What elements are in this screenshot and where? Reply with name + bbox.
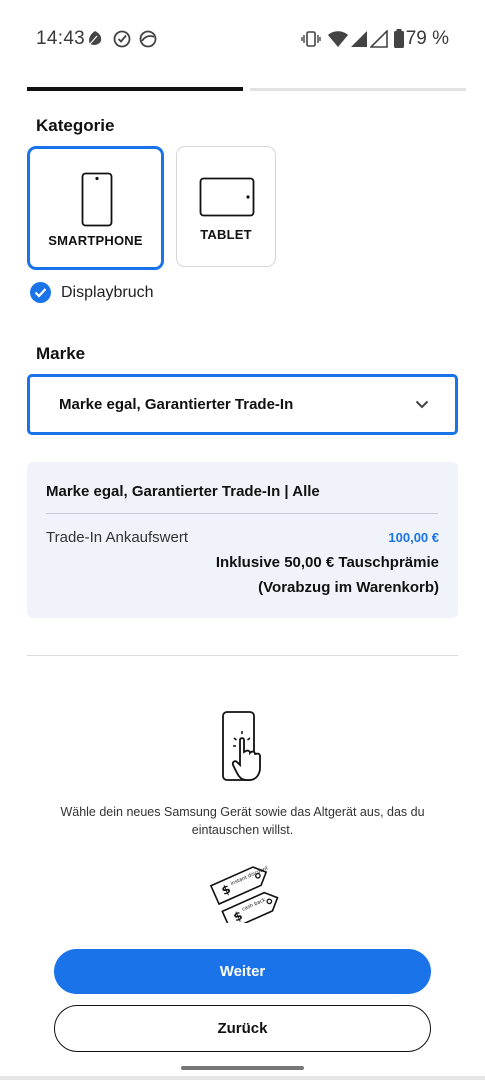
trade-in-value-label: Trade-In Ankaufswert <box>46 529 189 546</box>
category-option-tablet[interactable]: TABLET <box>176 146 276 267</box>
status-bar: 14:43 79 % <box>0 0 485 78</box>
checkmark-icon <box>34 288 47 298</box>
battery-percentage: 79 % <box>405 28 449 49</box>
trade-in-bonus-note: (Vorabzug im Warenkorb) <box>258 579 439 596</box>
browser-icon <box>139 30 157 48</box>
summary-title: Marke egal, Garantierter Trade-In | Alle <box>46 483 320 500</box>
trade-in-bonus-text: Inklusive 50,00 € Tauschprämie <box>215 554 439 571</box>
brand-select[interactable]: Marke egal, Garantierter Trade-In <box>27 374 458 435</box>
section-divider <box>27 655 458 656</box>
trade-in-summary-card: Marke egal, Garantierter Trade-In | Alle… <box>27 462 458 618</box>
status-time: 14:43 <box>36 28 86 49</box>
category-option-label: SMARTPHONE <box>48 233 143 248</box>
check-circle-icon <box>113 30 131 48</box>
wifi-icon <box>328 31 348 47</box>
signal-icon <box>351 31 367 47</box>
home-indicator[interactable] <box>181 1066 304 1070</box>
battery-icon <box>394 29 404 48</box>
next-button[interactable]: Weiter <box>54 949 431 994</box>
bottom-edge <box>0 1076 485 1080</box>
chevron-down-icon <box>415 400 429 409</box>
category-option-smartphone[interactable]: SMARTPHONE <box>27 146 164 270</box>
brand-title: Marke <box>36 344 86 363</box>
category-title: Kategorie <box>36 116 115 135</box>
checkbox-label: Displaybruch <box>61 283 154 301</box>
tablet-icon <box>199 177 255 217</box>
smartphone-icon <box>81 172 113 227</box>
vibrate-icon <box>301 31 321 47</box>
checkbox-checked[interactable] <box>30 282 51 303</box>
trade-in-value-amount: 100,00 € <box>388 530 439 545</box>
back-button[interactable]: Zurück <box>54 1005 431 1052</box>
category-option-label: TABLET <box>200 227 252 242</box>
leaf-icon <box>89 31 102 45</box>
phone-tap-icon <box>222 711 261 781</box>
price-tags-icon: $ instant discount $ cash back <box>209 865 279 923</box>
progress-step-inactive <box>250 88 466 91</box>
summary-divider <box>46 513 438 514</box>
progress-step-active <box>27 87 243 91</box>
displaybruch-checkbox-row[interactable]: Displaybruch <box>30 282 153 303</box>
signal-icon <box>370 30 388 48</box>
instruction-text: Wähle dein neues Samsung Gerät sowie das… <box>60 805 425 837</box>
brand-select-value: Marke egal, Garantierter Trade-In <box>59 396 294 413</box>
